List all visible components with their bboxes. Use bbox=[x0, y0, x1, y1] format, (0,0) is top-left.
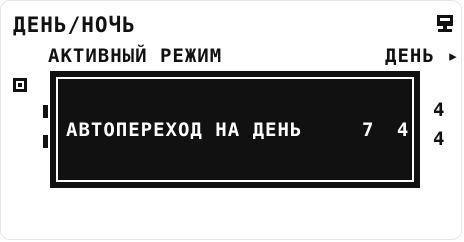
row-marker bbox=[43, 105, 48, 118]
checkbox-icon bbox=[13, 78, 27, 92]
popup-value[interactable]: 7 4 bbox=[362, 119, 414, 141]
active-mode-label: АКТИВНЫЙ РЕЖИМ bbox=[48, 45, 223, 67]
active-mode-value[interactable]: ДЕНЬ ▸ bbox=[385, 47, 460, 66]
row-marker bbox=[43, 135, 48, 148]
screen-title: ДЕНЬ/НОЧЬ bbox=[13, 13, 136, 37]
hidden-row-value: 4 bbox=[433, 99, 445, 121]
value-popup[interactable]: АВТОПЕРЕХОД НА ДЕНЬ 7 4 bbox=[50, 71, 420, 188]
monitor-icon bbox=[437, 15, 453, 32]
popup-label: АВТОПЕРЕХОД НА ДЕНЬ bbox=[66, 119, 303, 141]
hidden-row-value: 4 bbox=[433, 128, 445, 150]
lcd-screen: ДЕНЬ/НОЧЬ АКТИВНЫЙ РЕЖИМ ДЕНЬ ▸ 4 4 АВТО… bbox=[0, 0, 462, 240]
